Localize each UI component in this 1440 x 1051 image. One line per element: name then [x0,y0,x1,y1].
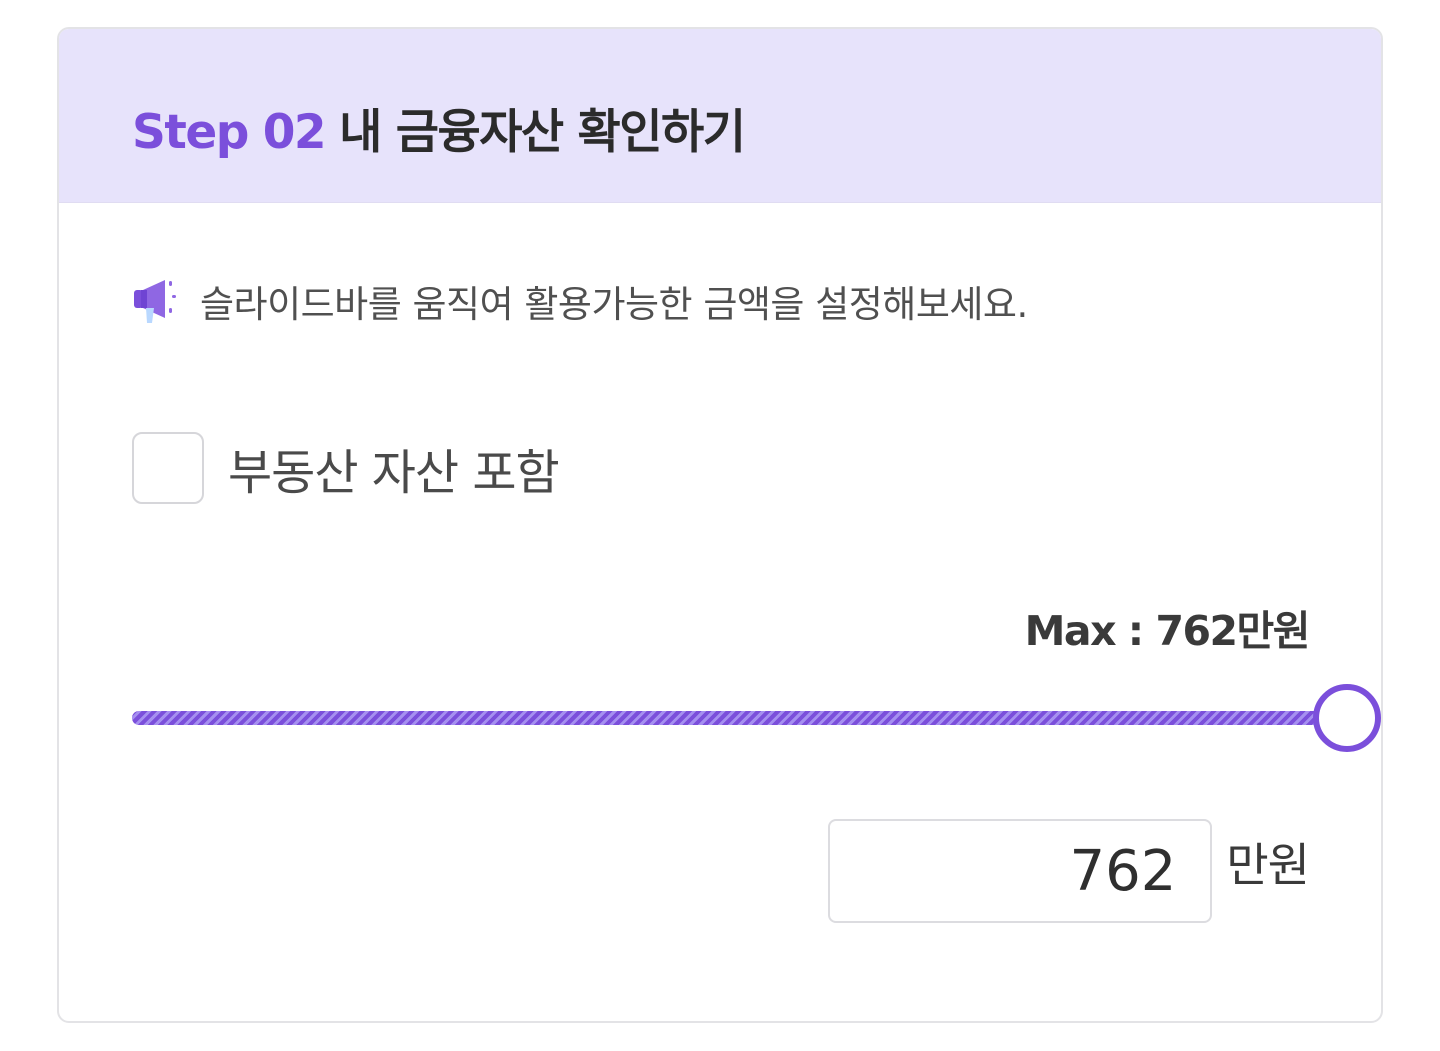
notice-text: 슬라이드바를 움직여 활용가능한 금액을 설정해보세요. [200,283,1028,326]
page-title: Step 02 내 금융자산 확인하기 [132,93,746,162]
real-estate-option[interactable]: 부동산 자산 포함 [132,432,560,504]
megaphone-icon [132,275,186,327]
amount-unit: 만원 [1226,838,1310,892]
real-estate-label[interactable]: 부동산 자산 포함 [228,433,560,503]
slider-fill [132,711,1347,725]
amount-slider[interactable] [132,684,1381,752]
notice: 슬라이드바를 움직여 활용가능한 금액을 설정해보세요. [132,274,1028,328]
max-amount-label: Max : 762만원 [1024,607,1311,655]
step-title-text: 내 금융자산 확인하기 [339,105,746,160]
amount-input[interactable] [828,819,1213,923]
asset-card: Step 02 내 금융자산 확인하기 슬라이드바를 움직여 활용가능한 금액을 … [57,27,1383,1023]
slider-thumb[interactable] [1313,684,1381,752]
amount-row: 만원 [828,819,1310,923]
real-estate-checkbox[interactable] [132,432,204,504]
step-label: Step 02 [132,105,327,160]
card-header: Step 02 내 금융자산 확인하기 [59,29,1381,203]
